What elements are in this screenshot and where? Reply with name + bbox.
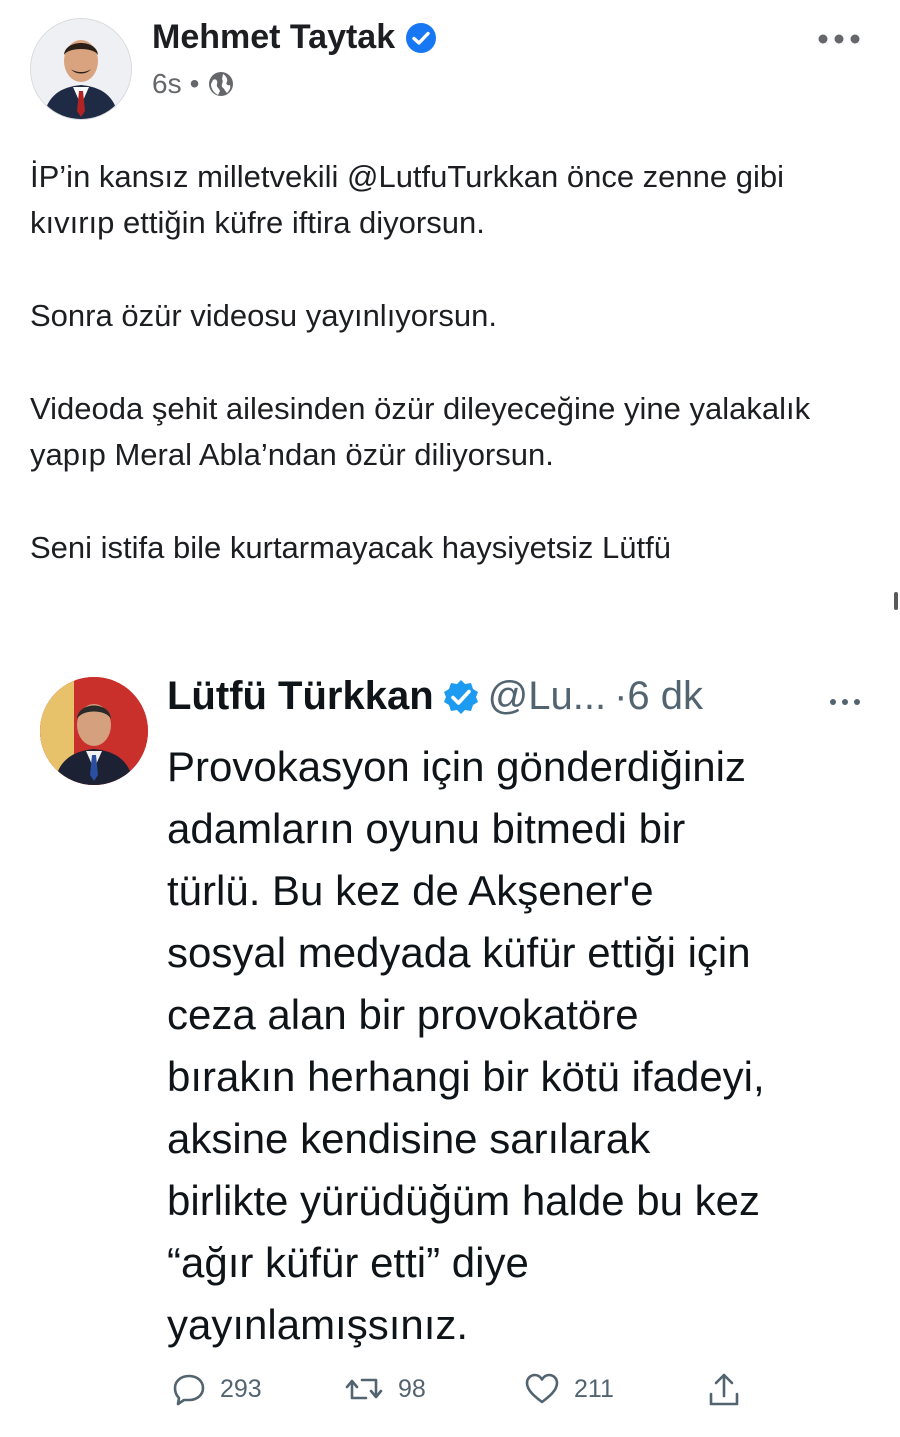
share-icon [709, 1373, 739, 1406]
meta-separator: • [189, 68, 200, 99]
tweet-actions: 293 98 211 [172, 1372, 772, 1412]
retweet-icon [345, 1378, 383, 1400]
share-button[interactable] [706, 1372, 742, 1408]
scrollbar-indicator[interactable] [894, 592, 898, 610]
more-dots-icon[interactable] [828, 696, 862, 708]
tweet-author-handle[interactable]: @Lu... [488, 674, 606, 719]
post-paragraph: Seni istifa bile kurtarmayacak haysiyets… [30, 530, 671, 565]
author-name[interactable]: Mehmet Taytak [152, 18, 395, 57]
verified-badge-icon [406, 22, 437, 53]
like-count: 211 [574, 1374, 614, 1403]
post-body: İP’in kansız milletvekili @LutfuTurkkan … [30, 154, 870, 571]
reply-button[interactable]: 293 [172, 1372, 262, 1406]
tweet-body: Provokasyon için gönderdiğiniz adamların… [167, 743, 765, 1348]
tweet-header: Lütfü Türkkan @Lu... ·6 dk [167, 674, 703, 719]
reply-count: 293 [220, 1374, 262, 1403]
post-time[interactable]: 6s [152, 68, 182, 100]
retweet-count: 98 [398, 1374, 426, 1403]
more-dots-icon[interactable] [814, 24, 864, 54]
tweet-author-name[interactable]: Lütfü Türkkan [167, 674, 434, 719]
tweet-time[interactable]: ·6 dk [614, 674, 703, 719]
reply-icon [173, 1374, 205, 1406]
post-paragraph: Sonra özür videosu yayınlıyorsun. [30, 298, 497, 333]
author-avatar[interactable] [30, 18, 132, 120]
post-meta: 6s • [152, 68, 235, 100]
retweet-button[interactable]: 98 [344, 1372, 426, 1406]
facebook-post: Mehmet Taytak 6s • İP’in kansız milletve… [0, 0, 900, 590]
tweet-author-avatar[interactable] [40, 677, 148, 785]
post-paragraph: Videoda şehit ailesinden özür dileyeceği… [30, 391, 811, 472]
tweet-screenshot: Lütfü Türkkan @Lu... ·6 dk Provokasyon i… [0, 630, 900, 1437]
like-button[interactable]: 211 [524, 1372, 614, 1406]
heart-icon [525, 1373, 559, 1404]
verified-badge-icon [443, 679, 478, 714]
post-paragraph: İP’in kansız milletvekili @LutfuTurkkan … [30, 159, 785, 240]
globe-icon [209, 72, 234, 96]
author-row: Mehmet Taytak [152, 18, 437, 57]
